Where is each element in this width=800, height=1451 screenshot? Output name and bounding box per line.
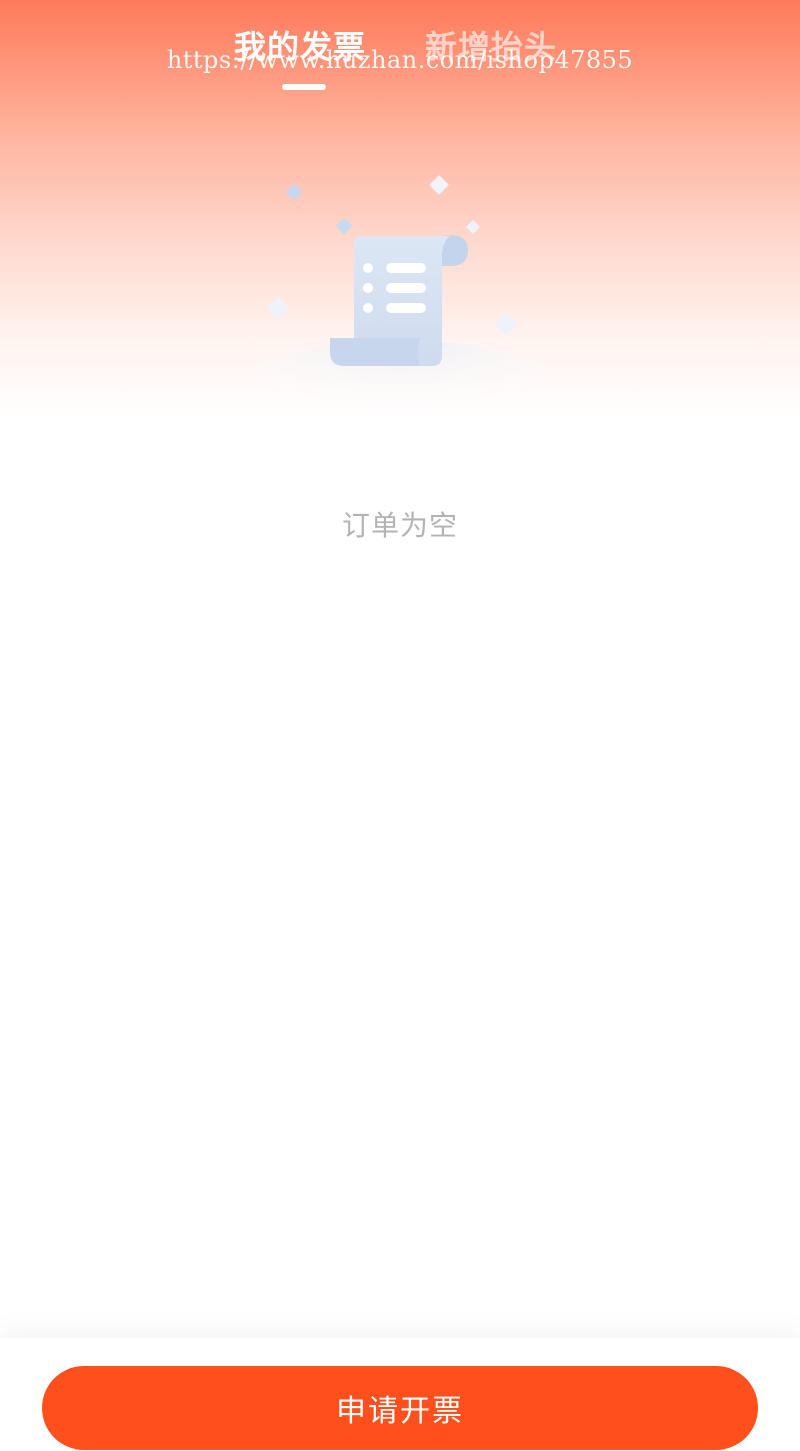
tab-active-indicator (282, 84, 326, 90)
bottom-action-bar: 申请开票 (0, 1338, 800, 1451)
watermark-text: https://www.huzhan.com/ishop47855 (166, 46, 634, 74)
empty-state-message: 订单为空 (341, 509, 458, 542)
empty-document-icon (210, 170, 590, 464)
apply-invoice-button[interactable]: 申请开票 (42, 1366, 758, 1450)
